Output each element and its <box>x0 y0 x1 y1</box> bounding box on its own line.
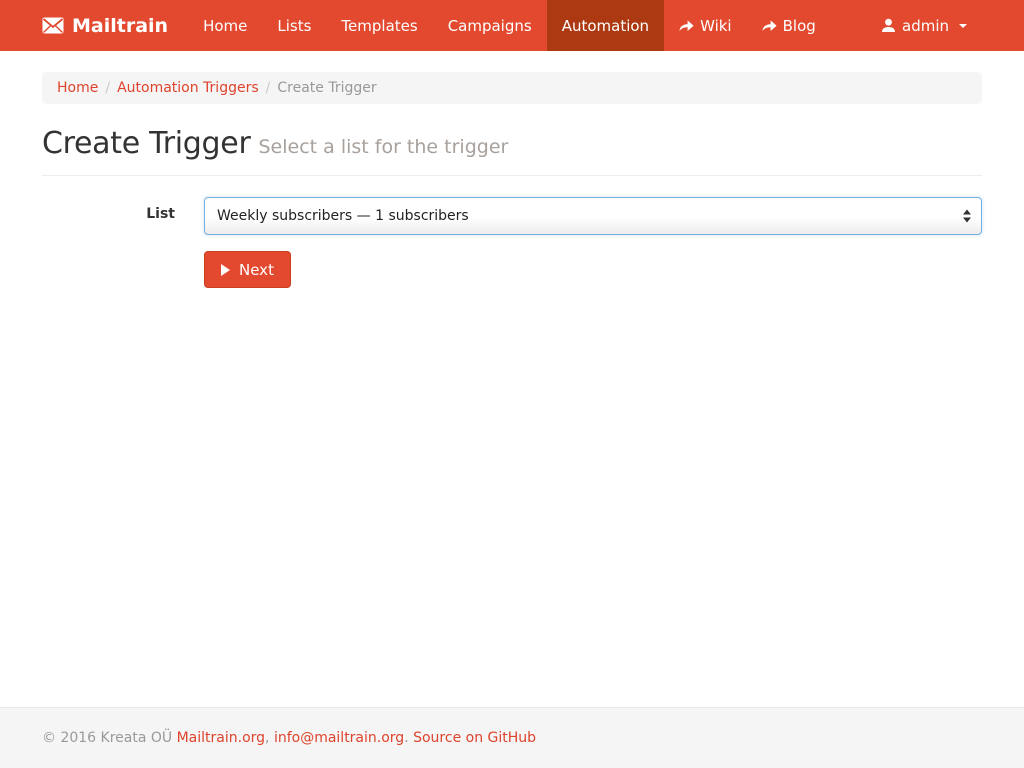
next-button[interactable]: Next <box>204 251 291 288</box>
nav-item-label: Blog <box>783 17 816 35</box>
footer: © 2016 Kreata OÜ Mailtrain.org, info@mai… <box>0 707 1024 768</box>
user-icon <box>881 18 896 33</box>
nav-item-campaigns[interactable]: Campaigns <box>433 0 547 51</box>
list-select[interactable]: Weekly subscribers — 1 subscribers <box>204 197 982 235</box>
nav-item-label: Wiki <box>700 17 732 35</box>
nav-item-lists[interactable]: Lists <box>262 0 326 51</box>
breadcrumb: Home / Automation Triggers / Create Trig… <box>42 72 982 104</box>
list-select-value: Weekly subscribers — 1 subscribers <box>217 208 469 224</box>
next-button-label: Next <box>239 261 274 279</box>
user-name: admin <box>902 17 949 35</box>
nav-item-label: Lists <box>277 17 311 35</box>
breadcrumb-automation-triggers[interactable]: Automation Triggers <box>117 80 259 96</box>
main-nav: Home Lists Templates Campaigns Automatio… <box>188 0 831 51</box>
breadcrumb-separator: / <box>259 80 278 96</box>
chevron-down-icon <box>959 24 967 28</box>
list-label: List <box>42 197 204 235</box>
user-menu[interactable]: admin <box>866 0 982 51</box>
footer-link-github[interactable]: Source on GitHub <box>413 730 536 746</box>
footer-link-mailtrain-org[interactable]: Mailtrain.org <box>177 730 265 746</box>
page-header: Create Trigger Select a list for the trig… <box>42 126 982 176</box>
envelope-icon <box>42 17 64 34</box>
nav-item-wiki[interactable]: Wiki <box>664 0 747 51</box>
brand-mailtrain[interactable]: Mailtrain <box>42 0 188 51</box>
nav-item-automation[interactable]: Automation <box>547 0 664 51</box>
nav-item-label: Automation <box>562 17 649 35</box>
page-subtitle: Select a list for the trigger <box>258 136 508 158</box>
share-arrow-icon <box>679 20 694 32</box>
nav-item-templates[interactable]: Templates <box>326 0 432 51</box>
nav-item-blog[interactable]: Blog <box>747 0 831 51</box>
breadcrumb-home[interactable]: Home <box>57 80 98 96</box>
footer-link-email[interactable]: info@mailtrain.org <box>274 730 404 746</box>
breadcrumb-current: Create Trigger <box>277 80 376 96</box>
play-icon <box>221 264 230 276</box>
nav-item-home[interactable]: Home <box>188 0 262 51</box>
nav-item-label: Campaigns <box>448 17 532 35</box>
nav-item-label: Templates <box>341 17 417 35</box>
page-title: Create Trigger <box>42 126 250 161</box>
nav-item-label: Home <box>203 17 247 35</box>
footer-separator: . <box>404 730 408 746</box>
footer-separator: , <box>265 730 269 746</box>
share-arrow-icon <box>762 20 777 32</box>
create-trigger-form: List Weekly subscribers — 1 subscribers … <box>42 197 982 288</box>
breadcrumb-separator: / <box>98 80 117 96</box>
brand-label: Mailtrain <box>72 15 168 37</box>
top-navbar: Mailtrain Home Lists Templates Campaigns… <box>0 0 1024 51</box>
copyright-text: © 2016 Kreata OÜ <box>42 730 172 746</box>
main-content: Home / Automation Triggers / Create Trig… <box>0 51 1024 707</box>
